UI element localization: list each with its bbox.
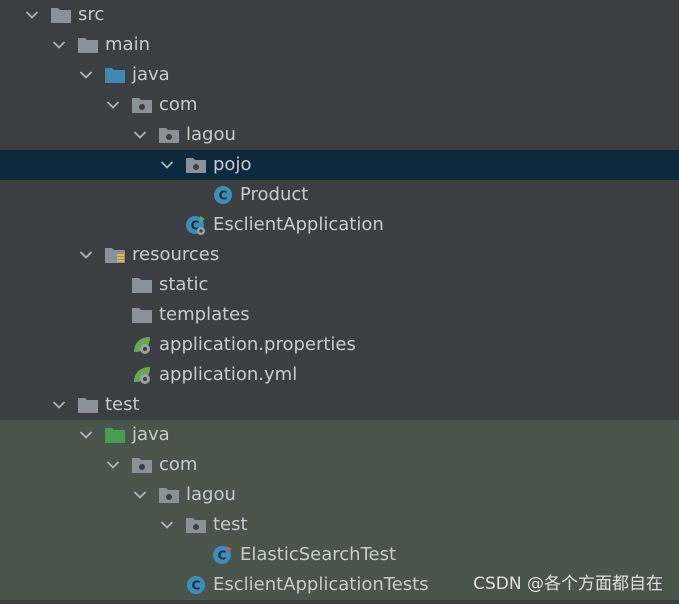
tree-item-label: lagou: [186, 124, 236, 145]
tree-row[interactable]: java: [0, 60, 679, 90]
chevron-down-icon[interactable]: [78, 427, 94, 443]
tree-row[interactable]: lagou: [0, 120, 679, 150]
tree-row[interactable]: application.properties: [0, 330, 679, 360]
chevron-down-icon[interactable]: [105, 97, 121, 113]
tree-row[interactable]: java: [0, 420, 679, 450]
tree-item-label: static: [159, 274, 209, 295]
source-folder-icon: [104, 64, 126, 86]
folder-icon: [77, 394, 99, 416]
tree-row[interactable]: test: [0, 390, 679, 420]
tree-row[interactable]: static: [0, 270, 679, 300]
tree-row[interactable]: lagou: [0, 480, 679, 510]
tree-item-label: EsclientApplication: [213, 214, 384, 235]
folder-icon: [131, 304, 153, 326]
tree-item-label: test: [213, 514, 248, 535]
chevron-down-icon[interactable]: [132, 487, 148, 503]
class-icon: C: [185, 574, 207, 596]
watermark: CSDN @各个方面都自在: [473, 574, 663, 594]
tree-item-label: java: [132, 424, 170, 445]
test-source-folder-icon: [104, 424, 126, 446]
tree-item-label: lagou: [186, 484, 236, 505]
tree-row[interactable]: com: [0, 90, 679, 120]
svg-text:C: C: [219, 189, 228, 203]
tree-row[interactable]: C Product: [0, 180, 679, 210]
tree-item-label: resources: [132, 244, 220, 265]
resources-folder-icon: [104, 244, 126, 266]
tree-item-label: application.properties: [159, 334, 356, 355]
svg-text:C: C: [192, 579, 201, 593]
spring-config-icon: [131, 334, 153, 356]
tree-item-label: EsclientApplicationTests: [213, 574, 429, 595]
test-class-icon: C: [212, 544, 234, 566]
tree-row[interactable]: application.yml: [0, 360, 679, 390]
tree-row[interactable]: C ElasticSearchTest: [0, 540, 679, 570]
folder-icon: [50, 4, 72, 26]
chevron-down-icon[interactable]: [78, 247, 94, 263]
tree-item-label: ElasticSearchTest: [240, 544, 397, 565]
tree-row[interactable]: C EsclientApplication: [0, 210, 679, 240]
chevron-down-icon[interactable]: [24, 7, 40, 23]
tree-item-label: templates: [159, 304, 250, 325]
spring-config-icon: [131, 364, 153, 386]
chevron-down-icon[interactable]: [159, 517, 175, 533]
svg-text:C: C: [218, 549, 227, 563]
package-icon: [158, 124, 180, 146]
tree-item-label: com: [159, 94, 198, 115]
tree-item-label: java: [132, 64, 170, 85]
tree-item-label: com: [159, 454, 198, 475]
chevron-down-icon[interactable]: [159, 157, 175, 173]
tree-row[interactable]: pojo: [0, 150, 679, 180]
tree-row[interactable]: resources: [0, 240, 679, 270]
tree-item-label: Product: [240, 184, 309, 205]
spring-class-icon: C: [185, 214, 207, 236]
tree-row[interactable]: test: [0, 510, 679, 540]
tree-item-label: application.yml: [159, 364, 298, 385]
package-icon: [185, 154, 207, 176]
chevron-down-icon[interactable]: [51, 37, 67, 53]
tree-row[interactable]: src: [0, 0, 679, 30]
tree-row[interactable]: templates: [0, 300, 679, 330]
folder-icon: [131, 274, 153, 296]
tree-item-label: main: [105, 34, 150, 55]
package-icon: [185, 514, 207, 536]
tree-row[interactable]: main: [0, 30, 679, 60]
class-icon: C: [212, 184, 234, 206]
project-tree: src main java com lagou pojo C Product C …: [0, 0, 679, 600]
tree-item-label: src: [78, 4, 105, 25]
package-icon: [131, 94, 153, 116]
folder-icon: [77, 34, 99, 56]
chevron-down-icon[interactable]: [105, 457, 121, 473]
package-icon: [158, 484, 180, 506]
chevron-down-icon[interactable]: [78, 67, 94, 83]
package-icon: [131, 454, 153, 476]
chevron-down-icon[interactable]: [132, 127, 148, 143]
tree-row[interactable]: com: [0, 450, 679, 480]
tree-item-label: pojo: [213, 154, 252, 175]
tree-item-label: test: [105, 394, 140, 415]
chevron-down-icon[interactable]: [51, 397, 67, 413]
